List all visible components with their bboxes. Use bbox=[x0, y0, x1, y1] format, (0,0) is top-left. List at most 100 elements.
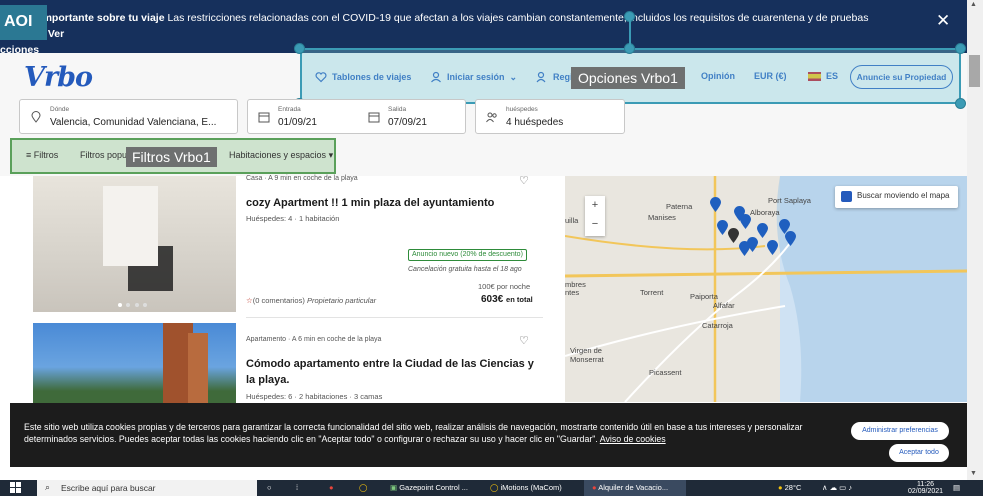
sun-icon: ● bbox=[778, 483, 783, 492]
search-on-move-label: Buscar moviendo el mapa bbox=[857, 191, 950, 200]
taskbar-app-label: Alquiler de Vacacio... bbox=[598, 483, 669, 492]
guests-field[interactable]: huéspedes 4 huéspedes bbox=[475, 99, 625, 134]
checkin-value: 01/09/21 bbox=[278, 117, 317, 128]
listing-photo[interactable] bbox=[33, 176, 236, 312]
location-pin-icon bbox=[31, 111, 41, 123]
where-label: Dónde bbox=[50, 106, 70, 113]
listing-details: Huéspedes: 6 · 2 habitaciones · 3 camas bbox=[246, 392, 383, 401]
aoi-handle bbox=[955, 43, 966, 54]
map-pin[interactable] bbox=[767, 240, 778, 255]
price-total-label: en total bbox=[506, 295, 533, 304]
notifications-icon[interactable]: ▤ bbox=[953, 483, 960, 492]
map-label: Paterna bbox=[666, 202, 693, 211]
window-shape bbox=[103, 186, 158, 266]
vrbo-logo[interactable]: Vrbo bbox=[24, 62, 93, 93]
favorite-icon[interactable]: ♡ bbox=[519, 174, 529, 187]
guests-label: huéspedes bbox=[506, 106, 538, 113]
discount-badge: Anuncio nuevo (20% de descuento) bbox=[408, 249, 527, 261]
cancellation-note: Cancelación gratuita hasta el 18 ago bbox=[408, 266, 522, 273]
banner-link[interactable]: Ver bbox=[48, 28, 64, 40]
filters-button[interactable]: ≡ Filtros bbox=[26, 150, 58, 160]
map-pin[interactable] bbox=[757, 223, 768, 238]
listing-tag: Casa · A 9 min en coche de la playa bbox=[246, 175, 358, 182]
cookie-body: Este sitio web utiliza cookies propias y… bbox=[24, 422, 803, 444]
weather-widget[interactable]: ● 28°C bbox=[778, 483, 801, 492]
map-label: Torrent bbox=[640, 288, 664, 297]
checkout-value: 07/09/21 bbox=[388, 117, 427, 128]
dates-field[interactable]: Entrada 01/09/21 Salida 07/09/21 bbox=[247, 99, 466, 134]
manage-preferences-button[interactable]: Administrar preferencias bbox=[851, 422, 949, 440]
windows-start-icon[interactable] bbox=[10, 482, 22, 494]
cookie-text: Este sitio web utiliza cookies propias y… bbox=[24, 421, 804, 445]
screen: { "banner": { "bold_prefix": "mación imp… bbox=[0, 0, 983, 496]
map-pin[interactable] bbox=[710, 197, 721, 212]
taskbar-app-label: Gazepoint Control ... bbox=[399, 483, 468, 492]
listing-title[interactable]: cozy Apartment !! 1 min plaza del ayunta… bbox=[246, 195, 546, 211]
zoom-in-button[interactable]: + bbox=[585, 196, 605, 215]
listing-tag: Apartamento · A 6 min en coche de la pla… bbox=[246, 336, 382, 343]
scroll-down-icon[interactable]: ▼ bbox=[970, 470, 977, 477]
filters-label: Filtros bbox=[33, 150, 59, 160]
scrollbar-thumb[interactable] bbox=[969, 55, 980, 87]
map[interactable]: Paterna Manises Alboraya Port Saplaya To… bbox=[565, 176, 967, 402]
listing-divider bbox=[246, 317, 543, 318]
chrome-icon: ● bbox=[592, 483, 597, 492]
star-icon: ☆ bbox=[246, 296, 253, 305]
reviews-count: (0 comentarios) bbox=[252, 296, 305, 305]
taskbar-search[interactable]: ⌕ Escribe aquí para buscar bbox=[37, 480, 257, 496]
users-icon bbox=[486, 112, 497, 123]
guests-value: 4 huéspedes bbox=[506, 117, 564, 128]
map-pin[interactable] bbox=[739, 241, 750, 256]
calendar-icon bbox=[258, 112, 270, 123]
map-label: uilla bbox=[565, 216, 579, 225]
listing-details: Huéspedes: 4 · 1 habitación bbox=[246, 214, 340, 223]
clock[interactable]: 11:26 02/09/2021 bbox=[908, 481, 943, 495]
scroll-up-icon[interactable]: ▲ bbox=[970, 1, 977, 8]
imotions-icon: ◯ bbox=[490, 483, 499, 492]
accept-all-button[interactable]: Aceptar todo bbox=[889, 444, 949, 462]
listing-photo[interactable] bbox=[33, 323, 236, 403]
aoi-handle bbox=[294, 43, 305, 54]
map-pin[interactable] bbox=[785, 231, 796, 246]
map-label: Paiporta bbox=[690, 292, 718, 301]
map-label: Alboraya bbox=[750, 208, 780, 217]
map-pin[interactable] bbox=[740, 214, 751, 229]
rooms-filter-label: Habitaciones y espacios bbox=[229, 150, 327, 160]
favorite-icon[interactable]: ♡ bbox=[519, 334, 529, 347]
aoi-handle bbox=[955, 98, 966, 109]
map-pin[interactable] bbox=[717, 220, 728, 235]
widgets-icon[interactable]: ⁞ bbox=[296, 483, 298, 492]
price-total: 603€ en total bbox=[481, 294, 533, 305]
where-value: Valencia, Comunidad Valenciana, E... bbox=[50, 117, 217, 128]
building-shape bbox=[188, 333, 208, 403]
zoom-out-button[interactable]: − bbox=[585, 215, 605, 234]
map-label: Port Saplaya bbox=[768, 196, 811, 205]
map-label: ntes bbox=[565, 288, 580, 297]
map-zoom-controls: + − bbox=[585, 196, 605, 236]
close-icon[interactable]: ✕ bbox=[936, 11, 950, 31]
map-pin[interactable] bbox=[728, 228, 739, 243]
popular-filters-button[interactable]: Filtros popu bbox=[80, 150, 127, 160]
cookie-banner: Este sitio web utiliza cookies propias y… bbox=[10, 403, 967, 467]
checkin-label: Entrada bbox=[278, 106, 301, 113]
covid-banner: mación importante sobre tu viaje Las res… bbox=[0, 0, 967, 56]
taskbar-app-imotions[interactable]: ◯ iMotions (MaCom) bbox=[490, 483, 562, 492]
listing-title[interactable]: Cómodo apartamento entre la Ciudad de la… bbox=[246, 356, 536, 388]
where-field[interactable]: Dónde Valencia, Comunidad Valenciana, E.… bbox=[19, 99, 238, 134]
chrome-icon[interactable]: ● bbox=[329, 483, 334, 492]
map-label: Alfafar bbox=[713, 301, 735, 310]
clock-time: 11:26 bbox=[917, 481, 935, 488]
checkout-label: Salida bbox=[388, 106, 407, 113]
map-label: Virgen de Monserrat bbox=[570, 346, 604, 364]
app-icon[interactable]: ◯ bbox=[359, 483, 367, 492]
search-on-move-toggle[interactable]: Buscar moviendo el mapa bbox=[835, 186, 958, 208]
cookie-policy-link[interactable]: Aviso de cookies bbox=[600, 434, 666, 444]
taskbar-app-label: iMotions (MaCom) bbox=[500, 483, 562, 492]
owner-type: Propietario particular bbox=[306, 296, 377, 305]
taskbar-app-browser[interactable]: ● Alquiler de Vacacio... bbox=[592, 483, 668, 492]
rooms-filter-button[interactable]: Habitaciones y espacios ▾ bbox=[229, 150, 333, 161]
task-view-icon[interactable]: ○ bbox=[267, 483, 272, 492]
tray-icons[interactable]: ∧ ☁ ▭ ♪ bbox=[822, 483, 852, 492]
taskbar-app-gazepoint[interactable]: ▣ Gazepoint Control ... bbox=[390, 483, 468, 492]
aoi-filtros-label: Filtros Vrbo1 bbox=[126, 147, 217, 167]
